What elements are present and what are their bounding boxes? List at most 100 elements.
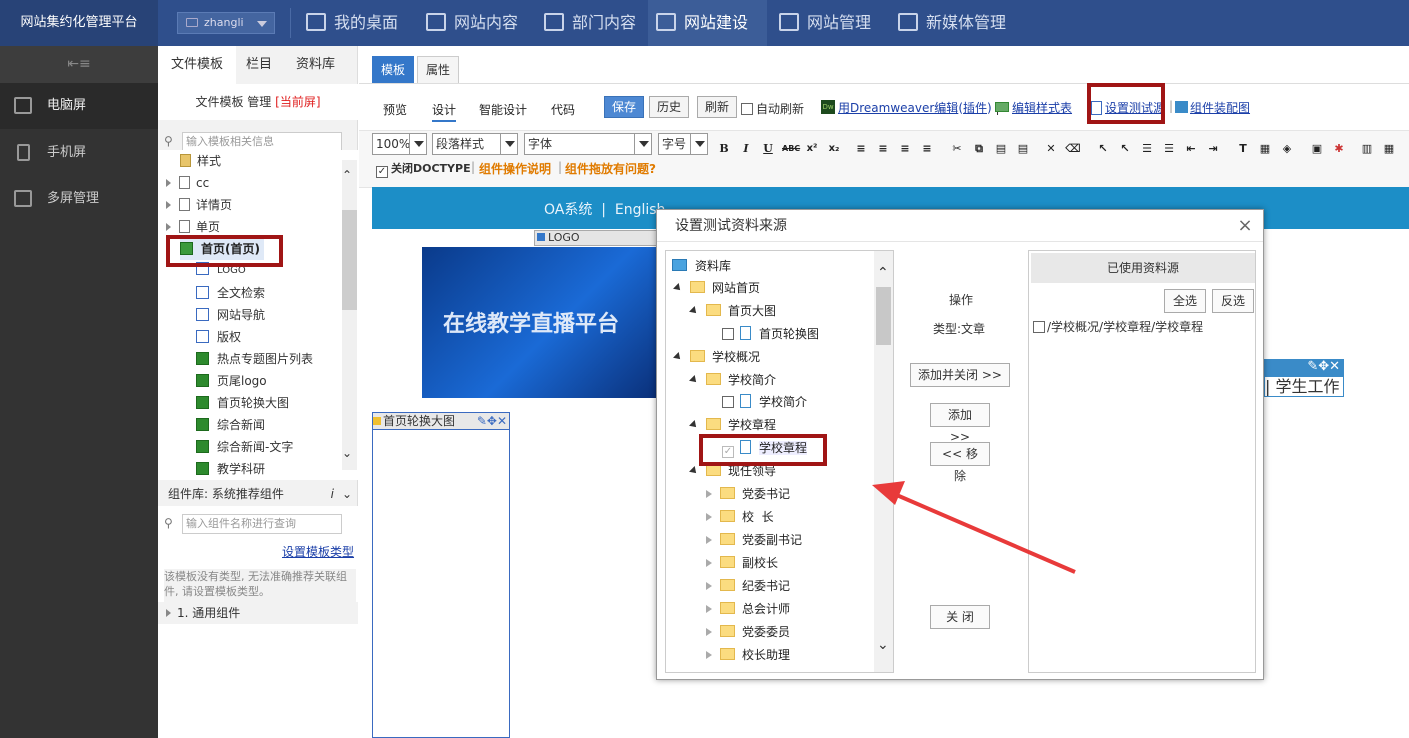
tree-node[interactable]: 学校概况 xyxy=(673,346,760,368)
checkbox[interactable] xyxy=(722,396,734,408)
component-help-link[interactable]: 组件操作说明 xyxy=(479,160,551,177)
collapsed-icon[interactable] xyxy=(706,490,712,498)
tree-node[interactable]: 党委副书记 xyxy=(706,529,802,551)
chevron-down-icon[interactable]: ⌄ xyxy=(877,637,889,653)
align-center-icon[interactable]: ≡ xyxy=(875,141,891,157)
tab-file-template[interactable]: 文件模板 xyxy=(158,46,236,84)
bold-icon[interactable]: B xyxy=(716,141,732,157)
subtab-code[interactable]: 代码 xyxy=(551,98,575,122)
delete-icon[interactable]: ✕ xyxy=(1043,141,1059,157)
component-lib-header[interactable]: 组件库: 系统推荐组件 i ⌄ xyxy=(158,482,358,506)
tree-item[interactable]: 综合新闻-文字 xyxy=(196,436,293,458)
remove-button[interactable]: << 移除 xyxy=(930,442,990,483)
paste-icon[interactable]: ▤ xyxy=(993,141,1009,157)
tree-item[interactable]: 综合新闻 xyxy=(196,414,265,436)
tree-item[interactable]: 教学科研 xyxy=(196,458,265,480)
expanded-icon[interactable] xyxy=(689,306,699,316)
superscript-icon[interactable]: x² xyxy=(804,141,820,157)
tree-item[interactable]: 详情页 xyxy=(166,194,232,216)
plugin-link[interactable]: 插件 xyxy=(963,101,987,115)
fill-icon[interactable]: ◈ xyxy=(1279,141,1295,157)
tab-properties[interactable]: 属性 xyxy=(417,56,460,84)
expanded-icon[interactable] xyxy=(673,352,683,362)
ordered-list-icon[interactable]: ☰ xyxy=(1139,141,1155,157)
component-search-input[interactable]: 输入组件名称进行查询 xyxy=(182,514,342,534)
checkbox-checked[interactable]: ✓ xyxy=(376,166,388,178)
outdent-icon[interactable]: ⇤ xyxy=(1183,141,1199,157)
tree-item[interactable]: 首页轮换大图 xyxy=(196,392,289,414)
dialog-tree-scrollbar-thumb[interactable] xyxy=(876,287,891,345)
tree-scrollbar-thumb[interactable] xyxy=(342,210,357,310)
justify-icon[interactable]: ≡ xyxy=(919,141,935,157)
font-select[interactable]: 字体 xyxy=(524,133,652,155)
checkbox[interactable] xyxy=(722,328,734,340)
sidebar-item-multiscreen[interactable]: 多屏管理 xyxy=(0,176,158,222)
tab-library[interactable]: 资料库 xyxy=(296,46,335,84)
collapse-menu-icon[interactable]: ⇤≡ xyxy=(0,46,158,83)
chevron-down-icon[interactable]: ⌄ xyxy=(342,482,352,506)
collapsed-icon[interactable] xyxy=(706,536,712,544)
dreamweaver-link[interactable]: 用Dreamweaver编辑 xyxy=(838,101,958,115)
collapsed-icon[interactable] xyxy=(706,513,712,521)
tree-node-library[interactable]: 资料库 xyxy=(672,255,731,277)
strikethrough-icon[interactable]: ABC xyxy=(782,141,800,157)
logo-component-label[interactable]: LOGO xyxy=(534,230,659,246)
eraser-icon[interactable]: ⌫ xyxy=(1065,141,1081,157)
used-source-item[interactable]: /学校概况/学校章程/学校章程 xyxy=(1033,318,1203,335)
carousel-header[interactable]: 首页轮换大图 ✎✥✕ xyxy=(372,412,510,430)
tools-icon[interactable]: ✎✥✕ xyxy=(477,413,507,429)
invert-selection-button[interactable]: 反选 xyxy=(1212,289,1254,313)
expanded-icon[interactable] xyxy=(689,466,699,476)
checkbox[interactable] xyxy=(741,103,753,115)
pointer-icon[interactable]: ↖ xyxy=(1095,141,1111,157)
tree-node[interactable]: 首页大图 xyxy=(689,300,776,322)
bg-color-icon[interactable]: ▦ xyxy=(1257,141,1273,157)
tree-node[interactable]: 纪委书记 xyxy=(706,575,790,597)
subscript-icon[interactable]: x₂ xyxy=(826,141,842,157)
paragraph-style-select[interactable]: 段落样式 xyxy=(432,133,518,155)
general-components[interactable]: 1. 通用组件 xyxy=(158,602,358,624)
align-right-icon[interactable]: ≡ xyxy=(897,141,913,157)
close-button[interactable]: 关 闭 xyxy=(930,605,990,629)
assembly-diagram-link[interactable]: 组件装配图 xyxy=(1190,99,1250,116)
template-search-input[interactable]: 输入模板相关信息 xyxy=(182,132,342,152)
tree-item[interactable]: 热点专题图片列表 xyxy=(196,348,313,370)
tree-node[interactable]: 学校章程 xyxy=(689,414,776,436)
tab-column[interactable]: 栏目 xyxy=(246,46,272,84)
font-size-select[interactable]: 字号 xyxy=(658,133,708,155)
tree-node[interactable]: 学校简介 xyxy=(689,369,776,391)
tab-template[interactable]: 模板 xyxy=(372,56,415,84)
sidebar-item-mobile[interactable]: 手机屏 xyxy=(0,130,158,176)
component-tools-icon[interactable]: ✎✥✕ xyxy=(1264,359,1344,377)
carousel-component[interactable] xyxy=(372,412,510,738)
tree-node[interactable]: 党委委员 xyxy=(706,621,790,643)
tree-node[interactable]: 首页轮换图 xyxy=(722,323,819,345)
info-icon[interactable]: i xyxy=(331,482,334,506)
checkbox[interactable] xyxy=(1033,321,1045,333)
italic-icon[interactable]: I xyxy=(738,141,754,157)
tree-item[interactable]: 页尾logo xyxy=(196,370,267,392)
close-doctype-toggle[interactable]: ✓ 关闭DOCTYPE xyxy=(376,160,471,178)
chevron-down-icon[interactable]: ⌄ xyxy=(342,446,352,460)
collapsed-icon[interactable] xyxy=(706,651,712,659)
collapsed-icon[interactable] xyxy=(706,559,712,567)
tree-item[interactable]: cc xyxy=(166,172,209,194)
table-icon[interactable]: ▥ xyxy=(1359,141,1375,157)
underline-icon[interactable]: U xyxy=(760,141,776,157)
unordered-list-icon[interactable]: ☰ xyxy=(1161,141,1177,157)
tree-scrollbar[interactable] xyxy=(342,160,357,470)
nav-new-media[interactable]: 新媒体管理 xyxy=(890,0,1014,46)
expanded-icon[interactable] xyxy=(689,375,699,385)
collapsed-icon[interactable] xyxy=(706,605,712,613)
tree-node[interactable]: 校 长 xyxy=(706,506,774,528)
select-all-button[interactable]: 全选 xyxy=(1164,289,1206,313)
student-work-link[interactable]: | 学生工作 xyxy=(1264,376,1344,397)
collapsed-icon[interactable] xyxy=(706,582,712,590)
paste-text-icon[interactable]: ▤ xyxy=(1015,141,1031,157)
set-template-type-link[interactable]: 设置模板类型 xyxy=(282,543,354,560)
collapsed-icon[interactable] xyxy=(706,628,712,636)
history-button[interactable]: 历史 xyxy=(649,96,690,118)
tree-node[interactable]: 学校简介 xyxy=(722,391,807,413)
tree-item[interactable]: 样式 xyxy=(180,150,221,172)
expanded-icon[interactable] xyxy=(689,420,699,430)
